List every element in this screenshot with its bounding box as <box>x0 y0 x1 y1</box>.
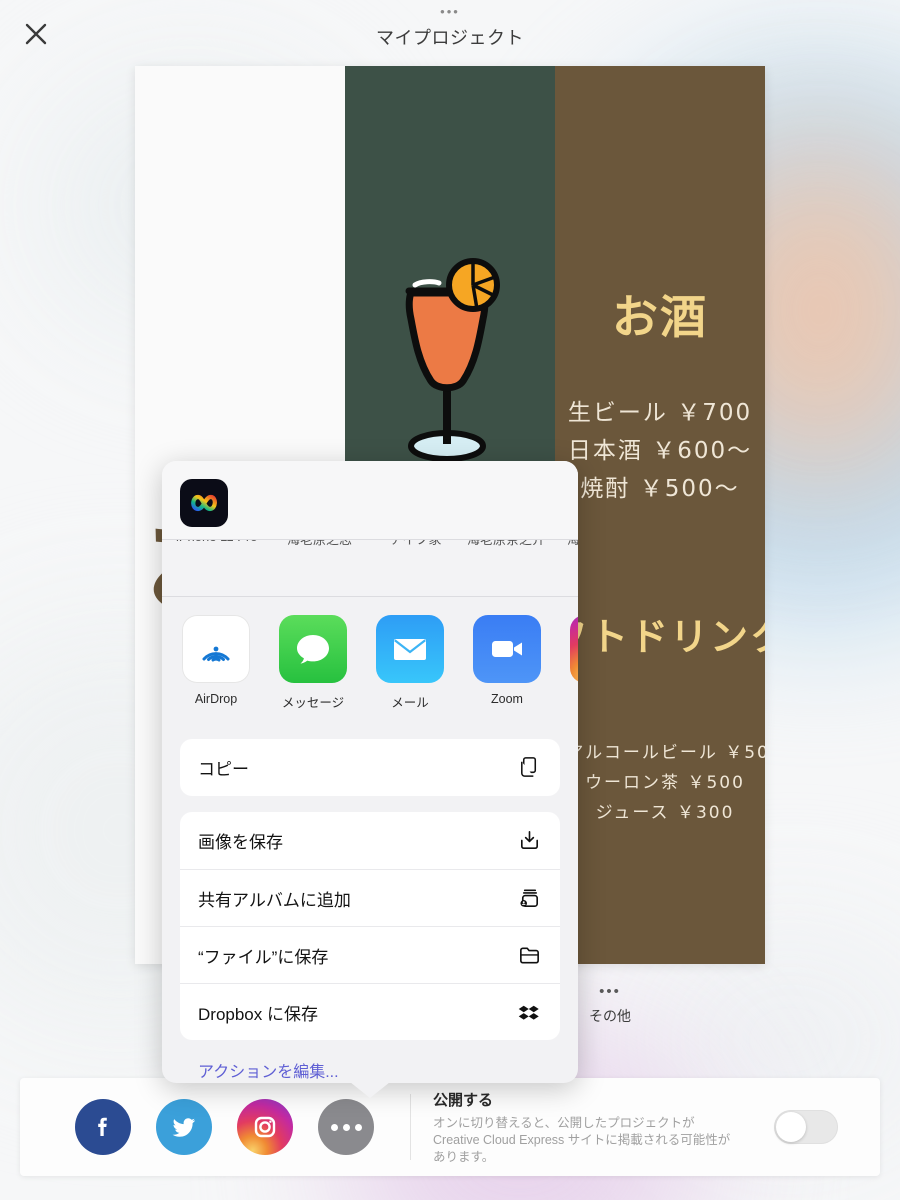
share-sheet-popover: iPhone 11 Pro 海老原之志 アイフ家 海老原茶之介 海 <box>162 461 578 1098</box>
bottom-share-bar: 公開する オンに切り替えると、公開したプロジェクトが Creative Clou… <box>20 1078 880 1176</box>
mail-icon <box>376 615 444 683</box>
social-buttons <box>20 1099 374 1155</box>
toggle-knob <box>776 1112 806 1142</box>
popover-tail <box>350 1082 390 1098</box>
action-add-to-shared-album[interactable]: 共有アルバムに追加 <box>180 869 560 926</box>
menu-item: 生ビール ￥700 <box>567 400 753 426</box>
action-label: “ファイル”に保存 <box>198 947 329 967</box>
menu-section-items: ンアルコールビール ￥500 ウーロン茶 ￥500 ジュース ￥300 <box>555 738 765 828</box>
top-bar: ••• マイプロジェクト <box>0 0 900 66</box>
copy-icon <box>516 755 542 781</box>
device-name[interactable]: アイフ家 <box>390 540 441 548</box>
publish-title: 公開する <box>433 1091 494 1109</box>
poster-column-brown: お酒 生ビール ￥700 日本酒 ￥600〜 焼酎 ￥500〜 ソフトドリンク … <box>555 66 765 964</box>
publish-toggle[interactable] <box>774 1110 838 1144</box>
device-name[interactable]: 海老原之志 <box>287 540 352 548</box>
instagram-icon <box>570 615 578 683</box>
dropbox-icon <box>516 999 542 1025</box>
project-title-block: ••• マイプロジェクト <box>0 4 900 50</box>
action-label: 共有アルバムに追加 <box>198 890 351 910</box>
share-app-label: メッセージ <box>281 696 345 710</box>
share-app-instagram[interactable]: Ins <box>570 615 578 725</box>
twitter-share-button[interactable] <box>156 1099 212 1155</box>
share-app-label: AirDrop <box>194 692 238 706</box>
twitter-icon <box>172 1118 195 1137</box>
edit-actions-link[interactable]: アクションを編集... <box>180 1056 560 1082</box>
action-save-to-files[interactable]: “ファイル”に保存 <box>180 926 560 983</box>
action-label: Dropbox に保存 <box>198 1004 318 1024</box>
instagram-icon <box>254 1116 276 1138</box>
share-app-airdrop[interactable]: AirDrop <box>182 615 250 725</box>
other-dots-icon: ••• <box>599 983 621 1000</box>
airdrop-icon <box>182 615 250 683</box>
facebook-share-button[interactable] <box>75 1099 131 1155</box>
messages-icon <box>279 615 347 683</box>
page-title: マイプロジェクト <box>376 28 524 48</box>
instagram-share-button[interactable] <box>237 1099 293 1155</box>
share-app-messages[interactable]: メッセージ <box>279 615 347 725</box>
publish-description: オンに切り替えると、公開したプロジェクトが Creative Cloud Exp… <box>433 1115 731 1164</box>
share-sheet-header <box>162 461 578 539</box>
action-label: 画像を保存 <box>198 833 283 852</box>
title-dots: ••• <box>440 4 460 19</box>
zoom-icon <box>473 615 541 683</box>
facebook-icon <box>98 1117 107 1136</box>
share-app-label: メール <box>391 696 429 710</box>
more-share-options-button[interactable] <box>318 1099 374 1155</box>
device-name[interactable]: 海 <box>567 540 578 548</box>
menu-item: ンアルコールビール ￥500 <box>555 743 765 763</box>
menu-item: 焼酎 ￥500〜 <box>580 476 740 502</box>
menu-section-heading: ソフトドリンク <box>555 615 765 659</box>
share-app-mail[interactable]: メール <box>376 615 444 725</box>
action-save-to-dropbox[interactable]: Dropbox に保存 <box>180 983 560 1040</box>
menu-section-heading: お酒 <box>612 290 708 344</box>
share-app-row: AirDrop メッセージ メール Zoom <box>162 597 578 725</box>
cocktail-glass-icon <box>385 241 515 476</box>
action-label: コピー <box>198 760 249 779</box>
airdrop-device-row[interactable]: iPhone 11 Pro 海老原之志 アイフ家 海老原茶之介 海 <box>162 539 578 597</box>
menu-item: ジュース ￥300 <box>595 803 735 823</box>
other-label-text: その他 <box>589 1008 631 1024</box>
action-save-image[interactable]: 画像を保存 <box>180 812 560 869</box>
device-name[interactable]: 海老原茶之介 <box>467 540 545 548</box>
share-action-list: コピー 画像を保存 共有アルバムに追加 “ファイル”に保存 Dropbox に保… <box>162 725 578 1082</box>
folder-icon <box>516 942 542 968</box>
shared-album-icon <box>516 885 542 911</box>
share-app-zoom[interactable]: Zoom <box>473 615 541 725</box>
share-app-label: Ins <box>570 692 578 706</box>
other-option[interactable]: ••• その他 <box>570 983 650 1026</box>
menu-section-items: 生ビール ￥700 日本酒 ￥600〜 焼酎 ￥500〜 <box>555 394 765 508</box>
menu-item: ウーロン茶 ￥500 <box>585 773 745 793</box>
action-group: コピー <box>180 739 560 796</box>
device-name[interactable]: iPhone 11 Pro <box>176 540 257 544</box>
action-copy[interactable]: コピー <box>180 739 560 796</box>
share-app-label: Zoom <box>491 692 523 706</box>
save-image-icon <box>516 828 542 854</box>
creative-cloud-express-icon <box>180 479 228 527</box>
publish-section: 公開する オンに切り替えると、公開したプロジェクトが Creative Clou… <box>411 1089 880 1166</box>
action-group: 画像を保存 共有アルバムに追加 “ファイル”に保存 Dropbox に保存 <box>180 812 560 1040</box>
menu-item: 日本酒 ￥600〜 <box>567 438 753 464</box>
